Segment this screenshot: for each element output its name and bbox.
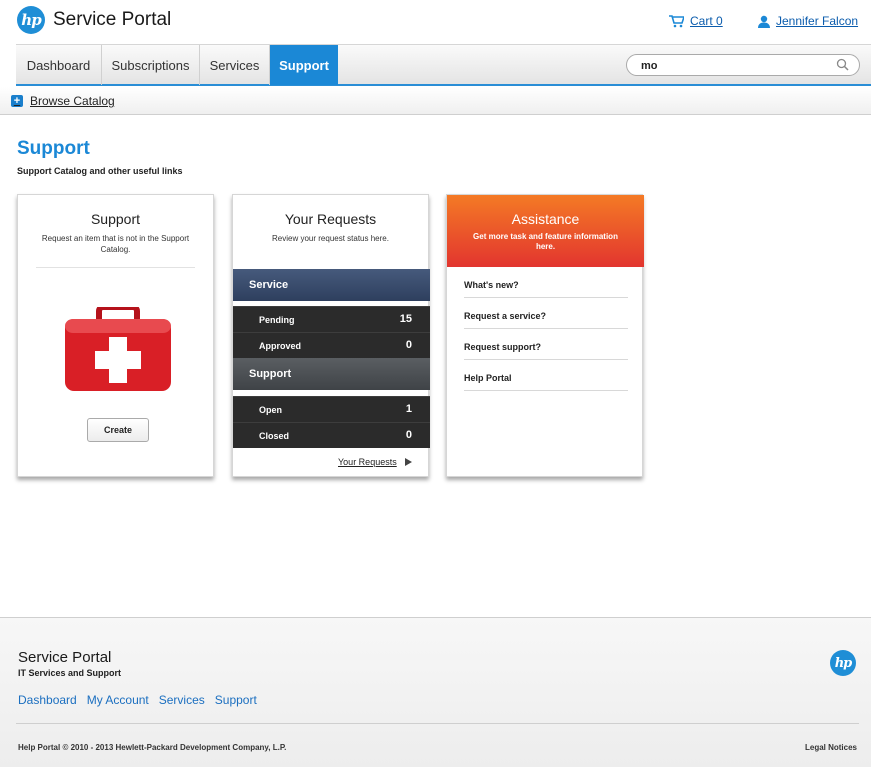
user-link[interactable]: Jennifer Falcon	[758, 14, 858, 28]
search-input[interactable]	[641, 58, 821, 73]
row-count: 0	[405, 339, 412, 351]
your-requests-link[interactable]: Your Requests	[338, 457, 412, 467]
request-row-pending[interactable]: Pending 15	[233, 306, 430, 332]
footer: Service Portal IT Services and Support h…	[0, 617, 871, 767]
hp-logo-text: hp	[21, 11, 41, 29]
sub-nav: + Browse Catalog	[0, 87, 871, 115]
footer-hp-logo: hp	[830, 650, 856, 676]
request-row-open[interactable]: Open 1	[233, 396, 430, 422]
row-label: Pending	[259, 315, 295, 325]
requests-card: Your Requests Review your request status…	[232, 194, 430, 477]
footer-link-support[interactable]: Support	[215, 693, 257, 707]
top-header: hp Service Portal Cart 0 Jennifer Falcon	[0, 0, 871, 44]
brand-title[interactable]: Service Portal	[53, 9, 171, 31]
requests-card-description: Review your request status here.	[272, 234, 389, 243]
footer-logo-text: hp	[834, 655, 853, 671]
user-name: Jennifer Falcon	[776, 14, 859, 28]
plus-icon: +	[11, 95, 23, 107]
row-label: Open	[259, 405, 283, 415]
search-box	[626, 54, 860, 76]
request-row-closed[interactable]: Closed 0	[233, 422, 430, 448]
support-card-title: Support	[90, 211, 141, 227]
page-subtitle: Support Catalog and other useful links	[17, 166, 183, 176]
footer-link-services[interactable]: Services	[159, 693, 205, 707]
cart-label: Cart 0	[690, 14, 723, 28]
footer-links: Dashboard My Account Services Support	[18, 693, 257, 707]
assistance-card: Assistance Get more task and feature inf…	[446, 194, 644, 477]
assistance-title: Assistance	[511, 211, 580, 227]
footer-title: Service Portal	[18, 649, 112, 666]
support-card: Support Request an item that is not in t…	[17, 194, 214, 477]
create-button[interactable]: Create	[87, 418, 149, 442]
assistance-header: Assistance Get more task and feature inf…	[447, 195, 644, 267]
link-request-support[interactable]: Request support?	[464, 329, 628, 360]
first-aid-kit-icon	[65, 307, 171, 391]
assistance-description: Get more task and feature information he…	[473, 232, 618, 251]
row-label: Closed	[259, 431, 290, 441]
tab-support[interactable]: Support	[270, 45, 338, 85]
browse-catalog-label: Browse Catalog	[30, 94, 115, 108]
tab-subscriptions[interactable]: Subscriptions	[102, 45, 200, 85]
requests-card-title: Your Requests	[284, 211, 377, 227]
legal-notices-link[interactable]: Legal Notices	[805, 743, 857, 752]
footer-copyright: Help Portal © 2010 - 2013 Hewlett-Packar…	[18, 743, 287, 752]
page-title: Support	[17, 138, 90, 159]
hp-logo[interactable]: hp	[17, 6, 45, 34]
user-icon	[758, 15, 770, 28]
link-whats-new[interactable]: What's new?	[464, 267, 628, 298]
row-count: 0	[405, 429, 412, 441]
cart-link[interactable]: Cart 0	[669, 14, 723, 28]
link-request-service[interactable]: Request a service?	[464, 298, 628, 329]
your-requests-label: Your Requests	[338, 457, 397, 467]
search-icon[interactable]	[836, 58, 849, 71]
row-count: 1	[405, 403, 412, 415]
footer-link-my-account[interactable]: My Account	[87, 693, 149, 707]
service-header: Service	[233, 269, 430, 301]
browse-catalog-link[interactable]: + Browse Catalog	[11, 94, 115, 108]
main-nav: Dashboard Subscriptions Services Support	[16, 44, 871, 86]
support-header: Support	[233, 358, 430, 390]
row-label: Approved	[259, 341, 302, 351]
divider	[36, 267, 195, 268]
footer-divider	[16, 723, 859, 724]
footer-link-dashboard[interactable]: Dashboard	[18, 693, 77, 707]
link-help-portal[interactable]: Help Portal	[464, 360, 628, 391]
footer-subtitle: IT Services and Support	[18, 668, 122, 678]
play-arrow-icon	[404, 458, 412, 466]
row-count: 15	[399, 313, 412, 325]
request-row-approved[interactable]: Approved 0	[233, 332, 430, 358]
support-card-description: Request an item that is not in the Suppo…	[41, 234, 190, 254]
tab-dashboard[interactable]: Dashboard	[16, 45, 102, 85]
tab-services[interactable]: Services	[200, 45, 270, 85]
cart-icon	[669, 14, 684, 27]
